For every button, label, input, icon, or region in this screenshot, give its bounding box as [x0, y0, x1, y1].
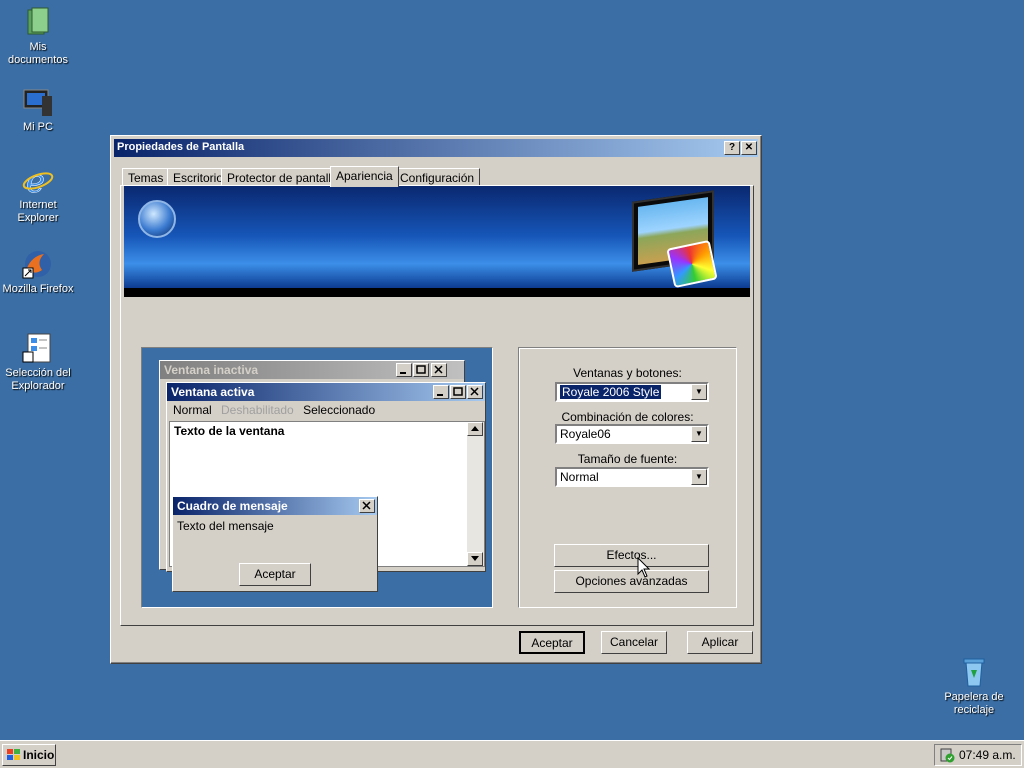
ie-icon: e: [22, 162, 54, 200]
desktop-icon-seleccion-explorador[interactable]: Selección del Explorador: [0, 332, 76, 393]
window-text: Texto de la ventana: [174, 424, 285, 438]
windows-style-value: Royale 2006 Style: [560, 385, 662, 399]
recycle-bin-icon: [958, 656, 990, 688]
tab-protector[interactable]: Protector de pantalla: [221, 168, 344, 186]
maximize-icon: [413, 363, 429, 377]
dialog-title: Propiedades de Pantalla: [117, 141, 245, 153]
close-icon: [431, 363, 447, 377]
close-icon: [359, 499, 375, 513]
desktop-icon-label: Mi PC: [23, 121, 53, 133]
color-scheme-select[interactable]: Royale06 ▼: [555, 424, 709, 444]
menu-disabled: Deshabilitado: [221, 403, 294, 417]
effects-button[interactable]: Efectos...: [554, 544, 709, 567]
menu-selected: Seleccionado: [303, 403, 376, 417]
desktop-icon-internet-explorer[interactable]: e Internet Explorer: [0, 162, 76, 225]
minimize-icon: [396, 363, 412, 377]
desktop-icon-papelera[interactable]: Papelera de reciclaje: [936, 656, 1012, 717]
windows-style-select[interactable]: Royale 2006 Style ▼: [555, 382, 709, 402]
desktop-icon-mozilla-firefox[interactable]: Mozilla Firefox: [0, 248, 76, 296]
apply-button[interactable]: Aplicar: [687, 631, 753, 654]
display-properties-dialog: Propiedades de Pantalla ? ✕ Temas Escrit…: [110, 135, 762, 664]
close-button[interactable]: ✕: [741, 141, 757, 155]
color-palette-icon: [666, 239, 718, 289]
maximize-icon: [450, 385, 466, 399]
system-tray: 07:49 a.m.: [934, 744, 1022, 766]
menu-normal: Normal: [173, 403, 212, 417]
message-box-preview: Cuadro de mensaje Texto del mensaje Acep…: [172, 496, 378, 592]
color-scheme-value: Royale06: [560, 427, 611, 441]
windows-orb-icon: [138, 200, 176, 238]
desktop-icon-label: Selección del Explorador: [5, 367, 71, 392]
start-button[interactable]: Inicio: [2, 744, 56, 766]
appearance-preview[interactable]: Ventana inactiva Ventana activa Normal D…: [141, 347, 493, 608]
windows-buttons-label: Ventanas y botones:: [573, 366, 682, 380]
start-label: Inicio: [23, 748, 55, 762]
message-box-text: Texto del mensaje: [177, 519, 274, 533]
clock[interactable]: 07:49 a.m.: [959, 748, 1016, 762]
appearance-settings: Ventanas y botones: Royale 2006 Style ▼ …: [518, 347, 737, 608]
dialog-titlebar[interactable]: Propiedades de Pantalla ? ✕: [114, 139, 758, 157]
tab-apariencia[interactable]: Apariencia: [330, 166, 399, 187]
explorer-selector-icon: [22, 332, 54, 364]
appearance-panel: Ventana inactiva Ventana activa Normal D…: [120, 185, 754, 626]
tab-temas[interactable]: Temas: [122, 168, 170, 186]
message-box-title: Cuadro de mensaje: [173, 497, 377, 515]
mouse-cursor-icon: [637, 557, 651, 578]
ok-button[interactable]: Aceptar: [519, 631, 585, 654]
chevron-down-icon[interactable]: ▼: [691, 426, 707, 442]
advanced-options-button[interactable]: Opciones avanzadas: [554, 570, 709, 593]
scrollbar[interactable]: [467, 422, 484, 566]
desktop-icon-mi-pc[interactable]: Mi PC: [0, 86, 76, 134]
help-button[interactable]: ?: [724, 141, 740, 155]
color-scheme-label: Combinación de colores:: [561, 410, 694, 424]
message-ok-button: Aceptar: [239, 563, 311, 586]
folder-documents-icon: [22, 6, 54, 38]
scroll-up-icon[interactable]: [467, 422, 483, 436]
font-size-label: Tamaño de fuente:: [577, 452, 678, 466]
firefox-icon: [22, 248, 54, 280]
desktop-icon-mis-documentos[interactable]: Mis documentos: [0, 6, 76, 67]
desktop-icon-label: Internet Explorer: [17, 199, 59, 224]
chevron-down-icon[interactable]: ▼: [691, 469, 707, 485]
desktop-icon-label: Mozilla Firefox: [2, 283, 74, 295]
appearance-banner: [124, 186, 750, 297]
minimize-icon: [433, 385, 449, 399]
windows-logo-icon: [7, 749, 20, 760]
font-size-value: Normal: [560, 470, 599, 484]
scroll-down-icon[interactable]: [467, 552, 483, 566]
cancel-button[interactable]: Cancelar: [601, 631, 667, 654]
close-icon: [467, 385, 483, 399]
chevron-down-icon[interactable]: ▼: [691, 384, 707, 400]
security-shield-icon[interactable]: [939, 747, 955, 763]
taskbar: Inicio 07:49 a.m.: [0, 740, 1024, 768]
font-size-select[interactable]: Normal ▼: [555, 467, 709, 487]
preview-menubar: Normal Deshabilitado Seleccionado: [173, 403, 375, 417]
tab-configuracion[interactable]: Configuración: [394, 168, 481, 186]
computer-icon: [22, 86, 54, 118]
tab-escritorio[interactable]: Escritorio: [167, 168, 230, 186]
desktop-icon-label: Papelera de reciclaje: [944, 691, 1004, 716]
desktop-icon-label: Mis documentos: [8, 41, 68, 66]
